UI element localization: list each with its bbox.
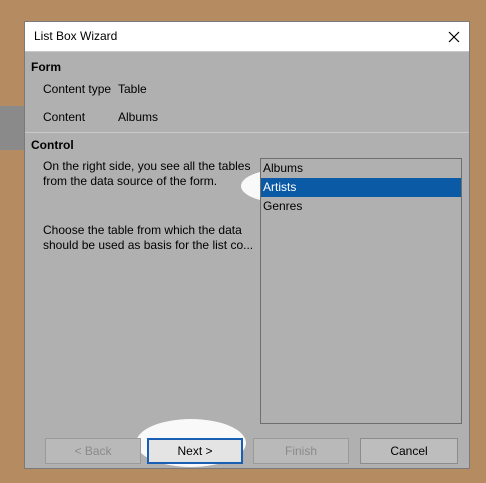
finish-button[interactable]: Finish: [253, 438, 349, 464]
title-bar: List Box Wizard: [25, 22, 469, 52]
background-window-strip: [0, 106, 24, 150]
section-divider: [25, 132, 469, 133]
control-description-1: On the right side, you see all the table…: [43, 159, 251, 188]
content-type-label: Content type: [43, 82, 112, 96]
tables-listbox[interactable]: Albums Artists Genres: [260, 158, 462, 424]
list-box-wizard-dialog: List Box Wizard Form Content type Table …: [24, 21, 470, 469]
control-description-2: Choose the table from which the data sho…: [43, 223, 254, 252]
cancel-button[interactable]: Cancel: [360, 438, 458, 464]
back-button[interactable]: < Back: [45, 438, 141, 464]
close-button[interactable]: [439, 22, 469, 51]
list-item-artists[interactable]: Artists: [261, 178, 461, 197]
control-heading: Control: [31, 138, 74, 152]
list-item-artists-label: Artists: [263, 180, 297, 194]
window-title: List Box Wizard: [34, 29, 118, 43]
next-button[interactable]: Next >: [147, 438, 243, 464]
list-item-albums[interactable]: Albums: [261, 159, 461, 178]
content-type-value: Table: [118, 82, 147, 96]
content-label: Content: [43, 110, 86, 124]
content-value: Albums: [118, 110, 159, 124]
list-item-genres[interactable]: Genres: [261, 197, 461, 216]
close-icon: [448, 31, 460, 42]
form-heading: Form: [31, 60, 61, 74]
